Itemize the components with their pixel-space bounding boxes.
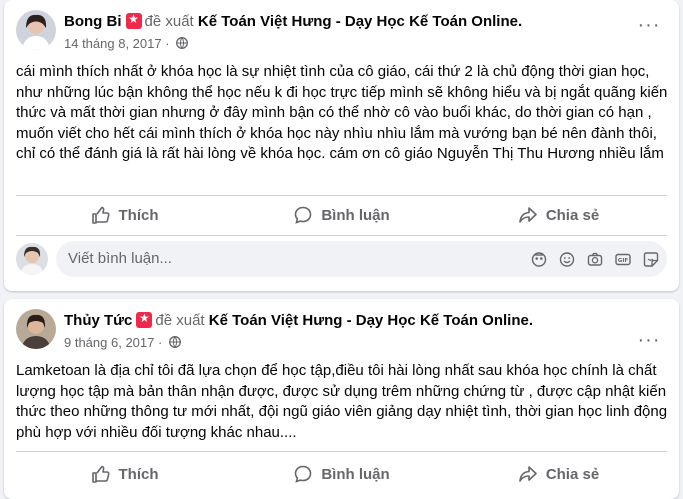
thumbs-up-icon bbox=[91, 206, 110, 224]
recommend-star-icon bbox=[125, 12, 142, 29]
post-header: Thủy Tức đề xuất Kế Toán Việt Hưng - Dạy … bbox=[16, 307, 667, 355]
author-name[interactable]: Thủy Tức bbox=[64, 312, 132, 329]
share-arrow-icon bbox=[519, 207, 537, 223]
author-name[interactable]: Bong Bi bbox=[64, 13, 122, 30]
thumbs-up-icon bbox=[91, 465, 110, 483]
comment-label: Bình luận bbox=[321, 206, 390, 224]
divider bbox=[16, 451, 667, 452]
comment-button[interactable]: Bình luận bbox=[233, 197, 450, 233]
divider bbox=[16, 235, 667, 236]
share-button[interactable]: Chia sẻ bbox=[450, 456, 667, 492]
globe-icon bbox=[176, 37, 189, 49]
like-button[interactable]: Thích bbox=[16, 456, 233, 492]
like-label: Thích bbox=[118, 206, 159, 224]
more-options-icon[interactable]: ··· bbox=[637, 15, 661, 40]
post-header: Bong Bi đề xuất Kế Toán Việt Hưng - Dạy H… bbox=[16, 8, 667, 56]
more-options-icon[interactable]: ··· bbox=[637, 330, 661, 355]
post-card: Bong Bi đề xuất Kế Toán Việt Hưng - Dạy H… bbox=[4, 0, 679, 291]
emoji-icon[interactable] bbox=[559, 249, 575, 269]
current-user-avatar[interactable] bbox=[16, 243, 48, 275]
comment-button[interactable]: Bình luận bbox=[233, 456, 450, 492]
share-button[interactable]: Chia sẻ bbox=[450, 197, 667, 233]
svg-text:GIF: GIF bbox=[618, 258, 629, 264]
comment-placeholder: Viết bình luận... bbox=[68, 250, 172, 267]
post-date[interactable]: 9 tháng 6, 2017 · bbox=[64, 335, 162, 350]
page-name[interactable]: Kế Toán Việt Hưng - Dạy Học Kế Toán Onli… bbox=[209, 312, 529, 329]
post-meta: 9 tháng 6, 2017 · bbox=[64, 335, 181, 350]
author-line: Thủy Tức đề xuất Kế Toán Việt Hưng - Dạy … bbox=[64, 311, 533, 329]
globe-icon bbox=[168, 336, 181, 348]
comment-bubble-icon bbox=[295, 206, 312, 224]
post-actions: Thích Bình luận Chia sẻ bbox=[16, 197, 667, 233]
post-body: Lamketoan là địa chỉ tôi đã lựa chọn để … bbox=[16, 362, 668, 441]
recommend-label: đề xuất bbox=[144, 13, 194, 30]
gif-icon[interactable]: GIF bbox=[615, 249, 631, 269]
divider bbox=[16, 195, 667, 196]
like-label: Thích bbox=[118, 465, 159, 483]
post-body: cái mình thích nhất ở khóa học là sự nhi… bbox=[16, 63, 668, 162]
share-label: Chia sẻ bbox=[545, 465, 600, 483]
comment-bubble-icon bbox=[295, 465, 312, 483]
sticker-icon[interactable] bbox=[643, 249, 659, 269]
author-line: Bong Bi đề xuất Kế Toán Việt Hưng - Dạy H… bbox=[64, 12, 522, 30]
like-button[interactable]: Thích bbox=[16, 197, 233, 233]
post-meta: 14 tháng 8, 2017 · bbox=[64, 36, 189, 51]
comment-label: Bình luận bbox=[321, 465, 390, 483]
comment-composer: Viết bình luận... GIF bbox=[16, 241, 667, 277]
share-arrow-icon bbox=[519, 466, 537, 482]
camera-icon[interactable] bbox=[587, 249, 603, 269]
page-name[interactable]: Kế Toán Việt Hưng - Dạy Học Kế Toán Onli… bbox=[198, 13, 518, 30]
post-actions: Thích Bình luận Chia sẻ bbox=[16, 456, 667, 492]
author-avatar[interactable] bbox=[16, 309, 56, 349]
recommend-star-icon bbox=[136, 311, 153, 328]
comment-input[interactable]: Viết bình luận... GIF bbox=[56, 241, 667, 277]
post-card: Thủy Tức đề xuất Kế Toán Việt Hưng - Dạy … bbox=[4, 299, 679, 499]
comment-tools: GIF bbox=[531, 249, 659, 269]
post-date[interactable]: 14 tháng 8, 2017 · bbox=[64, 36, 170, 51]
author-avatar[interactable] bbox=[16, 10, 56, 50]
avatar-sticker-icon[interactable] bbox=[531, 249, 547, 269]
share-label: Chia sẻ bbox=[545, 206, 600, 224]
recommend-label: đề xuất bbox=[155, 312, 205, 329]
